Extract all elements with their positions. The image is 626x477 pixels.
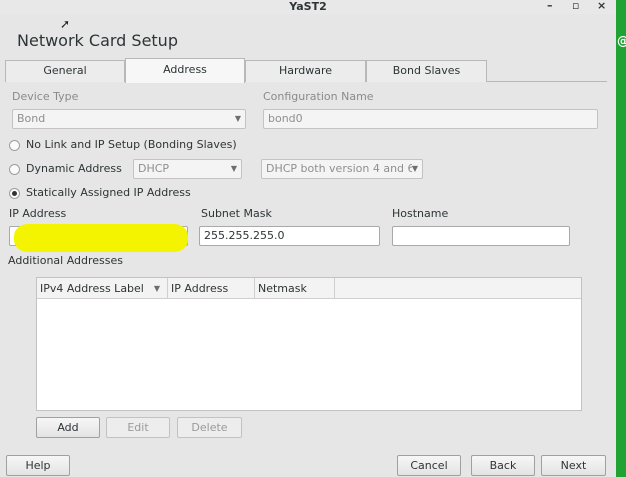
tab-address[interactable]: Address (125, 58, 245, 83)
close-icon[interactable]: × (597, 0, 606, 12)
next-button[interactable]: Next (541, 455, 606, 476)
minimize-icon[interactable]: – (547, 0, 553, 12)
dynamic-mode-select[interactable]: DHCP ▼ (133, 159, 242, 179)
window-titlebar: YaST2 – ▫ × (0, 0, 616, 14)
additional-addresses-label: Additional Addresses (8, 254, 124, 267)
hostname-label: Hostname (392, 207, 449, 220)
subnet-mask-label: Subnet Mask (201, 207, 272, 220)
sort-arrow-icon: ▼ (153, 284, 160, 293)
device-type-value: Bond (17, 112, 46, 125)
dhcp-version-select[interactable]: DHCP both version 4 and 6 ▼ (261, 159, 423, 179)
dynamic-address-label: Dynamic Address (26, 162, 122, 175)
chevron-down-icon: ▼ (411, 160, 418, 178)
subnet-mask-field[interactable]: 255.255.255.0 (199, 226, 380, 246)
radio-no-link[interactable] (9, 140, 20, 151)
no-link-label: No Link and IP Setup (Bonding Slaves) (26, 138, 237, 151)
dialog-title: Network Card Setup (17, 31, 178, 50)
ip-address-label: IP Address (9, 207, 67, 220)
delete-button[interactable]: Delete (177, 417, 242, 438)
dynamic-mode-value: DHCP (138, 162, 170, 175)
table-header: IPv4 Address Label ▼ IP Address Netmask (37, 278, 581, 299)
add-button[interactable]: Add (36, 417, 100, 438)
back-button[interactable]: Back (471, 455, 535, 476)
tab-general[interactable]: General (5, 60, 125, 82)
mouse-pointer-icon: ➚ (60, 17, 71, 31)
window-title: YaST2 (289, 0, 327, 13)
help-button[interactable]: Help (6, 455, 70, 476)
configuration-name-field[interactable]: bond0 (263, 109, 598, 129)
chevron-down-icon: ▼ (234, 114, 241, 123)
tab-hardware[interactable]: Hardware (245, 60, 366, 82)
tab-bond-slaves[interactable]: Bond Slaves (366, 60, 487, 82)
device-type-select[interactable]: Bond ▼ (12, 109, 246, 129)
dhcp-version-value: DHCP both version 4 and 6 (266, 162, 415, 175)
highlight-mark (14, 224, 188, 252)
radio-dynamic-address[interactable] (9, 164, 20, 175)
desktop-logo-icon: @ (617, 34, 626, 48)
column-header-label[interactable]: IPv4 Address Label ▼ (37, 278, 168, 299)
device-type-label: Device Type (12, 90, 79, 103)
hostname-field[interactable] (392, 226, 570, 246)
cancel-button[interactable]: Cancel (397, 455, 461, 476)
additional-addresses-table[interactable]: IPv4 Address Label ▼ IP Address Netmask (36, 277, 582, 411)
chevron-down-icon: ▼ (230, 164, 237, 173)
desktop-background-strip: @ (616, 0, 626, 477)
column-header-ip[interactable]: IP Address (168, 278, 255, 299)
configuration-name-label: Configuration Name (263, 90, 374, 103)
static-address-label: Statically Assigned IP Address (26, 186, 191, 199)
edit-button[interactable]: Edit (106, 417, 170, 438)
maximize-icon[interactable]: ▫ (572, 0, 579, 12)
radio-static-address[interactable] (9, 188, 20, 199)
tab-bar: General Address Hardware Bond Slaves (5, 58, 607, 83)
column-header-netmask[interactable]: Netmask (255, 278, 335, 299)
